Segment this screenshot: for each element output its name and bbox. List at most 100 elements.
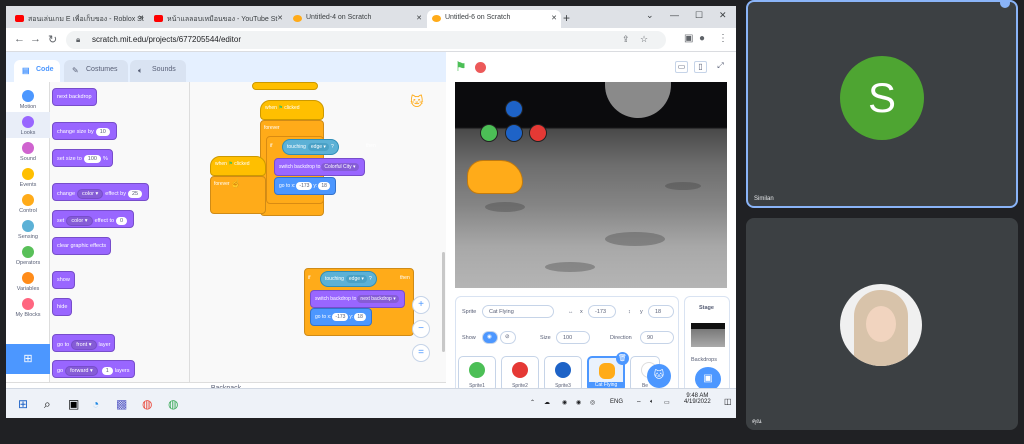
right-arrow-sprite[interactable] <box>529 124 547 142</box>
category-my-blocks[interactable]: My Blocks <box>6 294 50 320</box>
block-hide[interactable]: hide <box>52 298 73 316</box>
edge-icon[interactable]: ◔ <box>92 397 99 411</box>
tab-sounds[interactable]: 🔈︎ Sounds <box>130 60 186 82</box>
category-motion[interactable]: Motion <box>6 86 50 112</box>
tray-app-icon[interactable]: ◉ <box>562 399 567 406</box>
fullscreen-icon[interactable]: ⤢ <box>714 61 727 73</box>
number-input[interactable]: 100 <box>83 155 101 163</box>
browser-menu-icon[interactable]: ⋮ <box>718 33 728 44</box>
number-input[interactable]: 0 <box>116 217 128 225</box>
hide-eye-icon[interactable]: ⊘ <box>500 331 516 344</box>
size-input[interactable]: 100 <box>556 331 590 344</box>
participant-tile-similan[interactable]: S Similan <box>746 0 1018 208</box>
block-go-to-layer[interactable]: go to front ▾ layer <box>52 334 116 352</box>
green-flag-button[interactable]: ⚑ <box>455 59 467 75</box>
cloud-icon[interactable]: ☁ <box>544 399 550 406</box>
number-input[interactable]: -173 <box>332 313 349 321</box>
block-change-size[interactable]: change size by 10 <box>52 122 117 140</box>
choose-sprite-button[interactable]: 🐱︎ <box>647 364 671 388</box>
block-set-effect[interactable]: set color ▾ effect to 0 <box>52 210 135 228</box>
effect-dropdown[interactable]: color ▾ <box>77 189 104 199</box>
touching-edge-block[interactable]: touching edge ▾? <box>320 271 377 287</box>
show-visible-eye-icon[interactable]: ◉ <box>482 331 498 344</box>
sprite-name-input[interactable]: Cat Flying <box>482 305 554 318</box>
wifi-icon[interactable]: ⌔ <box>636 399 642 407</box>
zoom-out-button[interactable]: − <box>412 320 430 338</box>
hat-when-flag-clicked[interactable]: when ⚑ clicked <box>260 100 324 120</box>
close-tab-icon[interactable]: ✕ <box>277 14 283 22</box>
block-next-backdrop[interactable]: next backdrop <box>52 88 97 106</box>
bookmark-star-icon[interactable]: ☆ <box>640 34 648 45</box>
block-show[interactable]: show <box>52 271 75 289</box>
url-bar[interactable]: 🔒︎ scratch.mit.edu/projects/677205544/ed… <box>66 31 666 49</box>
language-indicator[interactable]: ENG <box>610 399 623 405</box>
script-top-edge[interactable] <box>252 82 318 90</box>
effect-dropdown[interactable]: color ▾ <box>66 216 93 226</box>
block-go-forward-layers[interactable]: go forward ▾ 1 layers <box>52 360 135 378</box>
close-tab-icon[interactable]: ✕ <box>551 14 557 22</box>
number-input[interactable]: 25 <box>127 190 143 198</box>
workspace-scrollbar[interactable] <box>442 252 445 352</box>
number-input[interactable]: 18 <box>354 313 366 321</box>
edge-dropdown[interactable]: edge ▾ <box>307 143 329 151</box>
maximize-button[interactable]: ☐ <box>695 10 703 21</box>
direction-dropdown[interactable]: forward ▾ <box>65 366 98 376</box>
stop-button[interactable] <box>475 62 486 73</box>
category-operators[interactable]: Operators <box>6 242 50 268</box>
browser-tab-1[interactable]: สอนเล่นเกม E เพื่อเก็บของ - Roblox St ✕ <box>10 10 148 28</box>
category-events[interactable]: Events <box>6 164 50 190</box>
category-looks[interactable]: Looks <box>6 112 50 138</box>
clock[interactable]: 9:48 AM 4/19/2022 <box>684 393 711 405</box>
block-set-size[interactable]: set size to 100% <box>52 149 113 167</box>
category-variables[interactable]: Variables <box>6 268 50 294</box>
small-stage-button[interactable]: ▭ <box>675 61 688 73</box>
add-extension-button[interactable]: ⊞ <box>6 344 50 374</box>
tray-chevron-icon[interactable]: ⌃ <box>530 399 535 406</box>
teams-chat-icon[interactable]: ▩ <box>116 397 127 411</box>
sprite-thumb-selected[interactable]: Cat Flying 🗑︎ <box>587 352 629 392</box>
category-control[interactable]: Control <box>6 190 50 216</box>
go-to-xy-block[interactable]: go to x: -173 y: 18 <box>274 177 336 195</box>
tray-app-icon[interactable]: ◉ <box>576 399 581 406</box>
number-input[interactable]: 1 <box>101 367 113 375</box>
sprite-thumb-3[interactable]: Sprite3 <box>544 356 582 392</box>
close-window-button[interactable]: ✕ <box>719 10 727 21</box>
category-sound[interactable]: Sound <box>6 138 50 164</box>
browser-tab-4[interactable]: Untitled-6 on Scratch ✕ <box>427 10 561 28</box>
stage[interactable] <box>455 82 727 288</box>
go-to-xy-block[interactable]: go to x: -173 y: 18 <box>310 308 372 326</box>
block-change-effect[interactable]: change color ▾ effect by 25 <box>52 183 150 201</box>
x-input[interactable]: -173 <box>588 305 616 318</box>
bat-sprite[interactable] <box>605 82 671 118</box>
participant-tile-self[interactable]: คุณ <box>746 218 1018 430</box>
forward-icon[interactable]: → <box>30 33 41 45</box>
chrome-icon[interactable]: ◍ <box>142 397 152 411</box>
volume-icon[interactable]: 🔈︎ <box>650 399 654 406</box>
minimize-button[interactable]: — <box>670 10 679 20</box>
battery-icon[interactable]: ▭ <box>664 399 670 406</box>
close-tab-icon[interactable]: ✕ <box>138 14 144 22</box>
layer-dropdown[interactable]: front ▾ <box>71 340 97 350</box>
large-stage-button[interactable]: ▯ <box>694 61 707 73</box>
left-arrow-sprite[interactable] <box>480 124 498 142</box>
code-workspace[interactable]: when ⚑ clicked forever if touching edge ▾… <box>190 82 446 382</box>
search-icon[interactable]: ⌕ <box>44 397 51 412</box>
direction-input[interactable]: 90 <box>640 331 674 344</box>
backdrop-dropdown[interactable]: Colorful City ▾ <box>321 163 359 171</box>
block-clear-effects[interactable]: clear graphic effects <box>52 237 112 255</box>
zoom-reset-button[interactable]: = <box>412 344 430 362</box>
back-icon[interactable]: ← <box>14 33 25 45</box>
switch-backdrop-block[interactable]: switch backdrop to next backdrop ▾ <box>310 290 405 308</box>
stage-selector[interactable]: Stage Backdrops ▣ <box>684 296 730 396</box>
hat-when-flag-clicked[interactable]: when ⚑ clicked <box>210 156 266 176</box>
browser-tab-3[interactable]: Untitled-4 on Scratch ✕ <box>288 10 426 28</box>
sprite-thumb-1[interactable]: Sprite1 <box>458 356 496 392</box>
tab-code[interactable]: ▤ Code <box>14 60 60 82</box>
chrome-profile-icon[interactable]: ◍ <box>168 397 178 411</box>
task-view-icon[interactable]: ▣ <box>68 397 79 411</box>
category-sensing[interactable]: Sensing <box>6 216 50 242</box>
zoom-in-button[interactable]: + <box>412 296 430 314</box>
edge-dropdown[interactable]: edge ▾ <box>345 275 367 283</box>
tab-search-icon[interactable]: ⌄ <box>646 10 654 21</box>
tab-costumes[interactable]: ✎ Costumes <box>64 60 128 82</box>
